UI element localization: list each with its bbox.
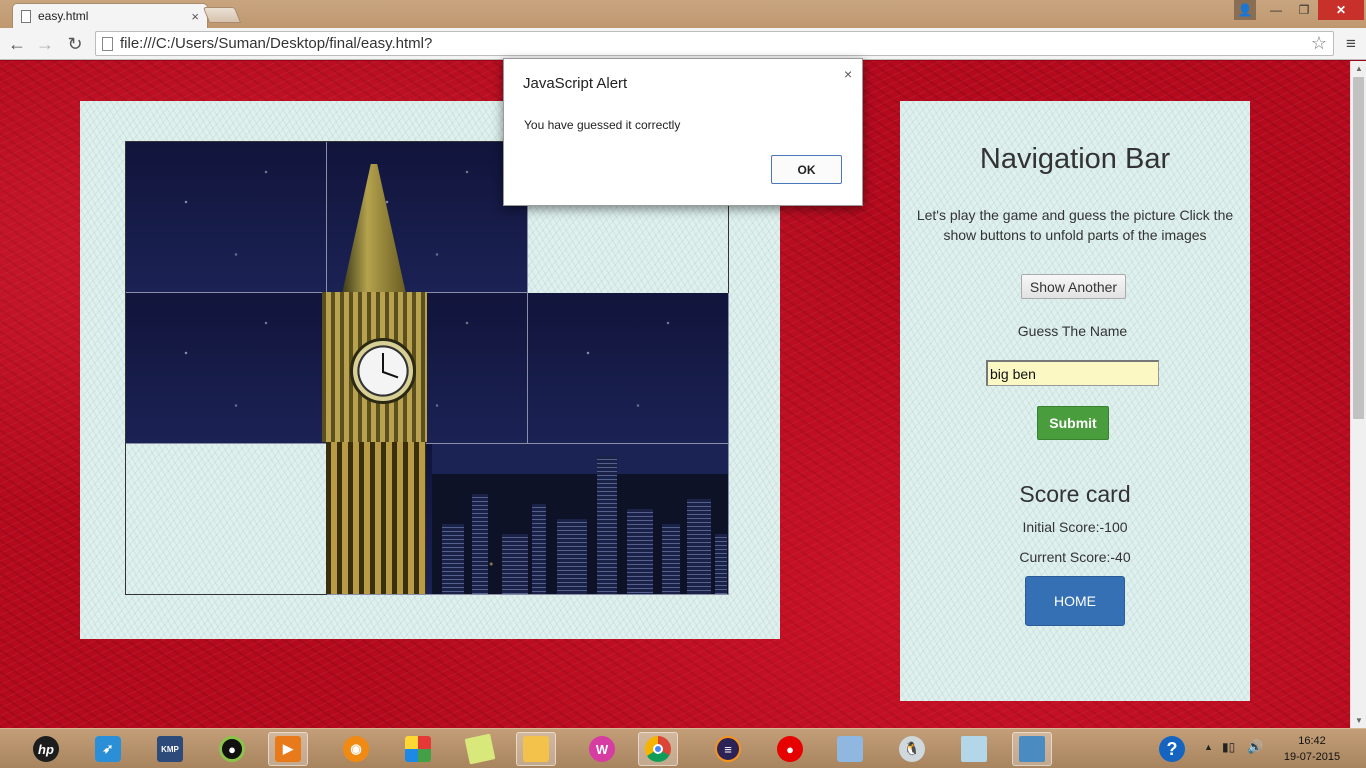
alert-close-icon[interactable]: ×: [844, 66, 852, 82]
clock-face: [350, 338, 416, 404]
scroll-up-icon[interactable]: ▲: [1351, 61, 1366, 76]
new-tab-button[interactable]: [202, 7, 242, 23]
vlc-icon[interactable]: ◉: [336, 732, 376, 766]
rocket-icon[interactable]: ➶: [88, 732, 128, 766]
guess-label: Guess The Name: [1017, 323, 1128, 339]
windows-taskbar: hp ➶ KMP ● ▶ ◉ W ≡ ● 🐧 ? ▲ ▮▯ 🔊 16:42 19…: [0, 728, 1366, 768]
nav-title: Navigation Bar: [979, 143, 1171, 175]
big-ben-image: [312, 142, 436, 594]
page-icon: [102, 36, 113, 51]
taskbar-date[interactable]: 19-07-2015: [1282, 751, 1342, 763]
scrollbar-thumb[interactable]: [1353, 77, 1364, 419]
puzzle-app-icon[interactable]: [398, 732, 438, 766]
alert-message: You have guessed it correctly: [524, 118, 681, 132]
browser-titlebar: easy.html × 👤 — ❐ ✕: [0, 0, 1366, 28]
network-icon[interactable]: ▮▯: [1222, 740, 1235, 754]
forward-arrow-icon[interactable]: →: [34, 33, 56, 55]
clock-tower: [322, 292, 427, 442]
browser-toolbar: ← → ↻ ☆ ≡: [0, 28, 1366, 60]
browser-tab[interactable]: easy.html ×: [12, 3, 208, 28]
alert-ok-button[interactable]: OK: [771, 155, 842, 184]
reload-icon[interactable]: ↻: [64, 33, 86, 55]
score-card-title: Score card: [1019, 481, 1131, 507]
help-icon[interactable]: ?: [1152, 732, 1192, 766]
box-icon[interactable]: [830, 732, 870, 766]
user-icon[interactable]: 👤: [1234, 0, 1256, 20]
scroll-down-icon[interactable]: ▼: [1351, 713, 1366, 728]
guess-input[interactable]: [986, 360, 1159, 386]
puzzle-tile-hidden: [126, 444, 327, 595]
navigation-panel: Navigation Bar Let's play the game and g…: [900, 101, 1250, 701]
taskbar-time[interactable]: 16:42: [1282, 735, 1342, 747]
kmplayer-icon[interactable]: KMP: [150, 732, 190, 766]
url-input[interactable]: [120, 35, 1333, 52]
alert-title: JavaScript Alert: [523, 75, 628, 92]
volume-icon[interactable]: 🔊: [1247, 739, 1263, 755]
paper-icon[interactable]: [954, 732, 994, 766]
chrome-icon[interactable]: [638, 732, 678, 766]
hp-icon[interactable]: hp: [26, 732, 66, 766]
media-player-icon[interactable]: ▶: [268, 732, 308, 766]
puzzle-tile: [528, 293, 729, 444]
current-score: Current Score:-40: [1019, 549, 1131, 565]
minimize-button[interactable]: —: [1262, 0, 1290, 20]
penguin-icon[interactable]: 🐧: [892, 732, 932, 766]
menu-icon[interactable]: ≡: [1342, 34, 1360, 54]
restore-button[interactable]: ❐: [1290, 0, 1318, 20]
tray-expand-icon[interactable]: ▲: [1204, 742, 1213, 752]
winamp-icon[interactable]: W: [582, 732, 622, 766]
tower-spire: [342, 164, 406, 294]
close-window-button[interactable]: ✕: [1318, 0, 1364, 20]
vodafone-icon[interactable]: ●: [770, 732, 810, 766]
game-instructions: Let's play the game and guess the pictur…: [916, 207, 1234, 243]
camera-icon[interactable]: ●: [212, 732, 252, 766]
file-explorer-icon[interactable]: [516, 732, 556, 766]
photo-viewer-icon[interactable]: [1012, 732, 1052, 766]
notes-icon[interactable]: [460, 732, 500, 766]
back-arrow-icon[interactable]: ←: [6, 33, 28, 55]
javascript-alert-dialog: JavaScript Alert × You have guessed it c…: [503, 58, 863, 206]
address-bar[interactable]: ☆: [95, 31, 1334, 56]
initial-score: Initial Score:-100: [1022, 519, 1128, 535]
submit-button[interactable]: Submit: [1037, 406, 1109, 440]
puzzle-tile: [126, 142, 327, 293]
system-tray: ▲ ▮▯ 🔊 16:42 19-07-2015: [1195, 729, 1366, 768]
tab-title: easy.html: [38, 9, 89, 23]
bookmark-star-icon[interactable]: ☆: [1311, 33, 1327, 54]
page-icon: [21, 9, 31, 23]
eclipse-icon[interactable]: ≡: [708, 732, 748, 766]
city-skyline: [432, 444, 728, 594]
puzzle-tile: [126, 293, 327, 444]
tower-shaft: [326, 442, 426, 594]
puzzle-grid: [125, 141, 729, 595]
tab-close-icon[interactable]: ×: [191, 9, 199, 24]
show-another-button[interactable]: Show Another: [1021, 274, 1126, 299]
page-scrollbar[interactable]: ▲ ▼: [1350, 61, 1366, 728]
home-button[interactable]: HOME: [1025, 576, 1125, 626]
